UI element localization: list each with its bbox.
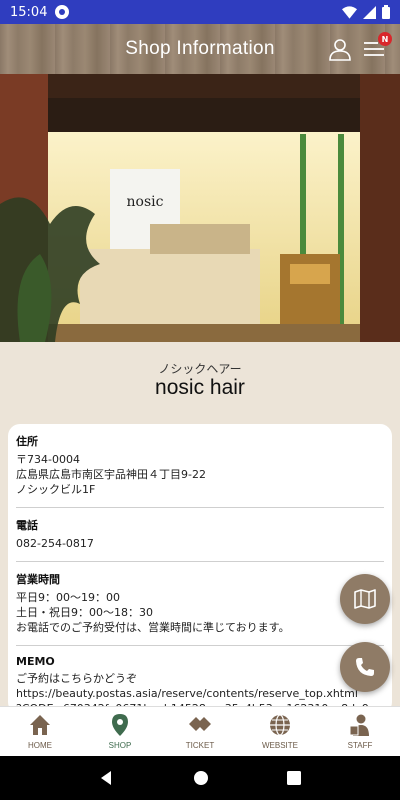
memo-line: ご予約はこちらかどうぞ — [16, 672, 137, 685]
system-nav-bar — [0, 756, 400, 800]
back-icon[interactable] — [99, 770, 115, 786]
map-button[interactable] — [340, 574, 390, 624]
notification-badge: N — [378, 32, 392, 46]
address-line: 広島県広島市南区宇品神田４丁目9-22 — [16, 468, 206, 481]
status-bar: 15:04 — [0, 0, 400, 24]
map-pin-icon — [112, 714, 128, 736]
staff-icon — [349, 714, 369, 736]
memo-section: MEMO ご予約はこちらかどうぞ https://beauty.postas.a… — [16, 646, 384, 714]
signal-icon — [363, 5, 376, 19]
hours-label: 営業時間 — [16, 573, 60, 586]
hours-line: 平日9：00〜19：00 — [16, 591, 120, 604]
ticket-icon — [189, 717, 211, 731]
app-notification-icon — [55, 5, 70, 19]
call-button[interactable] — [340, 642, 390, 692]
phone-label: 電話 — [16, 519, 38, 532]
status-time: 15:04 — [10, 4, 48, 20]
nav-staff-label: STAFF — [347, 741, 373, 750]
phone-icon — [356, 658, 374, 676]
globe-icon — [270, 714, 290, 736]
shop-name-kana: ノシックヘアー — [158, 362, 242, 376]
address-line: ノシックビル1F — [16, 483, 96, 496]
memo-link[interactable]: https://beauty.postas.asia/reserve/conte… — [16, 686, 384, 701]
hours-line: 土日・祝日9：00〜18：30 — [16, 606, 153, 619]
home-icon — [30, 715, 50, 735]
address-label: 住所 — [16, 435, 38, 448]
phone-section: 電話 082-254-0817 — [16, 508, 384, 562]
shop-name: nosic hair — [155, 376, 245, 399]
nav-home-label: HOME — [28, 741, 52, 750]
wifi-icon — [342, 5, 357, 19]
nav-shop[interactable]: SHOP — [80, 707, 160, 756]
nav-ticket[interactable]: TICKET — [160, 707, 240, 756]
home-circle-icon[interactable] — [193, 770, 209, 786]
phone-number[interactable]: 082-254-0817 — [16, 536, 384, 551]
user-icon[interactable] — [328, 37, 352, 61]
page-title: Shop Information — [125, 38, 275, 59]
shop-photo: nosic — [0, 74, 400, 342]
shop-info-card: 住所 〒734-0004 広島県広島市南区宇品神田４丁目9-22 ノシックビル1… — [8, 424, 392, 714]
status-icons — [342, 5, 390, 19]
address-line: 〒734-0004 — [16, 453, 80, 466]
bottom-nav: HOME SHOP TICKET WEBSITE STAFF — [0, 706, 400, 756]
battery-icon — [382, 5, 390, 19]
nav-website[interactable]: WEBSITE — [240, 707, 320, 756]
app-header: Shop Information N — [0, 24, 400, 74]
hours-section: 営業時間 平日9：00〜19：00 土日・祝日9：00〜18：30 お電話でのご… — [16, 562, 384, 646]
memo-label: MEMO — [16, 655, 55, 668]
nav-shop-label: SHOP — [108, 741, 132, 750]
recents-icon[interactable] — [287, 771, 301, 785]
nav-home[interactable]: HOME — [0, 707, 80, 756]
nav-website-label: WEBSITE — [261, 741, 298, 750]
sign-logo-text: nosic — [127, 194, 164, 210]
map-icon — [354, 589, 376, 609]
hours-line: お電話でのご予約受付は、営業時間に準じております。 — [16, 621, 290, 634]
address-section: 住所 〒734-0004 広島県広島市南区宇品神田４丁目9-22 ノシックビル1… — [16, 424, 384, 508]
nav-staff[interactable]: STAFF — [320, 707, 400, 756]
nav-ticket-label: TICKET — [185, 741, 215, 750]
